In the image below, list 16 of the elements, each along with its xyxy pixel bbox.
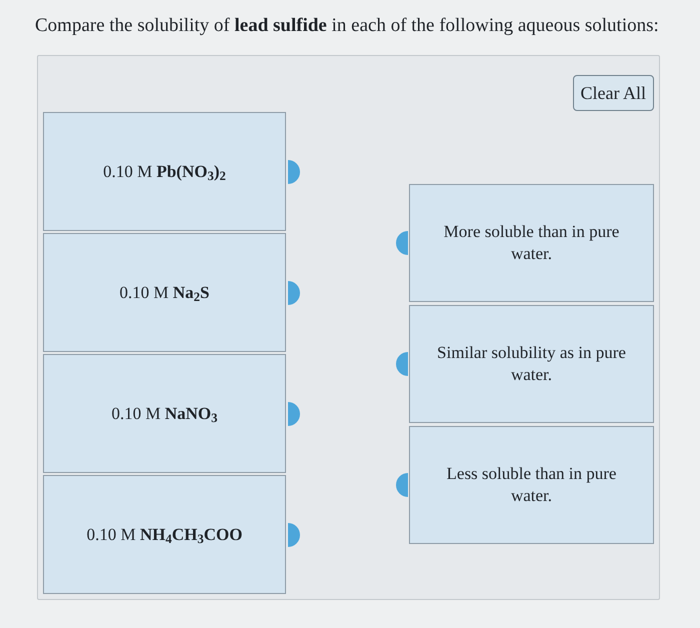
solution-label: 0.10 M NH$_{4}$CH$_{3}$COO [86,524,242,548]
answer-card[interactable]: Less soluble than in pure water. [409,426,654,544]
solution-label: 0.10 M Pb(NO$_{3}$)$_{2}$ [103,160,226,184]
solution-label: 0.10 M NaNO$_{3}$ [111,402,218,426]
answer-label: Similar solubility as in pure water. [436,342,627,386]
solution-card[interactable]: 0.10 M Na$_{2}$S [43,233,286,352]
clear-all-button[interactable]: Clear All [572,75,654,111]
answer-label: More soluble than in pure water. [442,221,620,265]
solution-label: 0.10 M Na$_{2}$S [120,282,210,306]
answer-label: Less soluble than in pure water. [446,463,618,507]
solution-card[interactable]: 0.10 M NaNO$_{3}$ [43,354,286,473]
question-text: Compare the solubility of lead sulfide in each of the following aqueous solutions: [35,15,659,36]
answer-card[interactable]: More soluble than in pure water. [409,184,654,302]
solution-card[interactable]: 0.10 M NH$_{4}$CH$_{3}$COO [43,475,286,594]
solution-card[interactable]: 0.10 M Pb(NO$_{3}$)$_{2}$ [43,112,286,231]
answer-card[interactable]: Similar solubility as in pure water. [409,305,654,423]
